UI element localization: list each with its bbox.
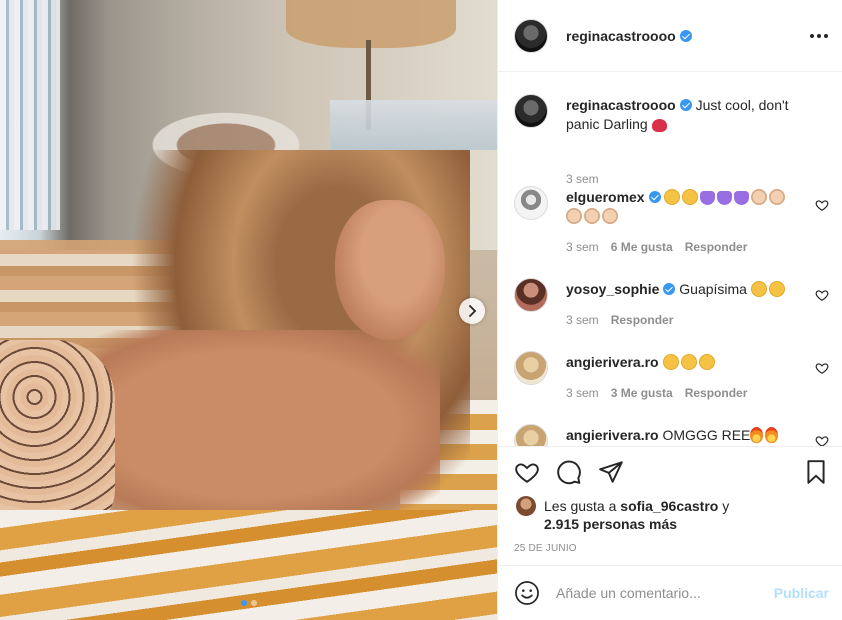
reply-button[interactable]: Responder — [685, 240, 748, 254]
carousel-dots — [0, 600, 497, 606]
clap-emoji-icon — [769, 189, 786, 205]
author-username[interactable]: reginacastroooo — [566, 28, 676, 44]
clap-emoji-icon — [584, 208, 600, 224]
save-bookmark-icon[interactable] — [803, 459, 829, 485]
heart-emoji-icon — [651, 119, 667, 132]
verified-badge-icon — [679, 99, 692, 111]
comment-meta: 3 sem 6 Me gusta Responder — [566, 240, 747, 254]
fire-emoji-icon — [765, 427, 779, 443]
more-dot-icon — [817, 34, 821, 38]
comment-avatar[interactable] — [514, 278, 548, 312]
comment-body: OMGGG REE — [662, 427, 751, 443]
comment-meta: 3 sem Responder — [566, 313, 673, 327]
comment-body: Guapísima — [679, 281, 747, 297]
more-options-button[interactable] — [809, 26, 829, 46]
comment-meta: 3 sem 3 Me gusta Responder — [566, 386, 747, 400]
post-header: reginacastroooo — [498, 0, 842, 72]
comment-avatar[interactable] — [514, 351, 548, 385]
photo-umbrella — [286, 0, 456, 48]
next-photo-button[interactable] — [459, 298, 485, 324]
like-comment-heart-icon[interactable] — [815, 198, 829, 212]
comment-input[interactable] — [556, 585, 766, 601]
caption-time: 3 sem — [566, 172, 599, 186]
clap-emoji-icon — [602, 208, 618, 224]
heart-eyes-emoji-icon — [662, 354, 679, 370]
like-comment-heart-icon[interactable] — [815, 361, 829, 375]
more-dot-icon — [810, 34, 814, 38]
post-side-panel: reginacastroooo reginacastroooo Just coo… — [497, 0, 842, 620]
author-avatar[interactable] — [514, 18, 548, 53]
author-username-wrap: reginacastroooo — [566, 28, 692, 44]
likes-joiner: y — [722, 498, 730, 514]
comment-username[interactable]: elgueromex — [566, 189, 645, 205]
fire-emoji-icon — [750, 427, 764, 443]
purple-heart-emoji-icon — [717, 191, 733, 205]
post-date[interactable]: 25 DE JUNIO — [514, 543, 577, 554]
photo-curtain — [0, 0, 60, 230]
photo-face — [335, 200, 445, 340]
likes-line: Les gusta a sofia_96castro y — [544, 498, 729, 514]
post-actions — [498, 446, 842, 496]
like-comment-heart-icon[interactable] — [815, 434, 829, 446]
comment-text: angierivera.ro — [566, 353, 796, 372]
comment-item: yosoy_sophie Guapísima 3 sem Responder — [514, 278, 829, 328]
comment-item: angierivera.ro 3 sem 3 Me gusta Responde… — [514, 351, 829, 401]
reply-button[interactable]: Responder — [685, 386, 748, 400]
heart-eyes-emoji-icon — [680, 354, 697, 370]
purple-heart-emoji-icon — [734, 191, 750, 205]
reply-button[interactable]: Responder — [611, 313, 674, 327]
comment-likes[interactable]: 3 Me gusta — [611, 386, 673, 400]
heart-eyes-emoji-icon — [750, 281, 767, 297]
comment-bubble-icon[interactable] — [556, 459, 582, 485]
emoji-smiley-icon[interactable] — [514, 580, 540, 606]
like-comment-heart-icon[interactable] — [815, 288, 829, 302]
caption-username[interactable]: reginacastroooo — [566, 97, 676, 113]
liker-avatar[interactable] — [516, 496, 536, 516]
comment-item: angierivera.ro OMGGG REE — [514, 424, 829, 446]
comments-list[interactable]: reginacastroooo Just cool, don't panic D… — [498, 72, 842, 446]
likes-others[interactable]: 2.915 personas más — [544, 516, 677, 532]
carousel-dot-active — [240, 600, 247, 606]
verified-badge-icon — [648, 191, 661, 203]
share-send-icon[interactable] — [598, 459, 624, 485]
caption: reginacastroooo Just cool, don't panic D… — [514, 94, 829, 186]
caption-avatar[interactable] — [514, 94, 548, 128]
liker-username[interactable]: sofia_96castro — [620, 498, 718, 514]
more-dot-icon — [824, 34, 828, 38]
comment-time: 3 sem — [566, 240, 599, 254]
comment-avatar[interactable] — [514, 186, 548, 220]
clap-emoji-icon — [566, 208, 582, 224]
comment-text: elgueromex — [566, 188, 796, 226]
comment-time: 3 sem — [566, 313, 599, 327]
heart-eyes-emoji-icon — [682, 189, 699, 205]
comment-avatar[interactable] — [514, 424, 548, 446]
verified-badge-icon — [663, 283, 676, 295]
comment-username[interactable]: angierivera.ro — [566, 354, 659, 370]
caption-meta: 3 sem — [566, 172, 599, 186]
likes-prefix: Les gusta a — [544, 498, 617, 514]
photo-swimsuit — [0, 340, 115, 530]
heart-eyes-emoji-icon — [664, 189, 681, 205]
post-photo[interactable] — [0, 0, 497, 620]
add-comment-bar: Publicar — [498, 565, 842, 620]
likes-summary: Les gusta a sofia_96castro y 2.915 perso… — [514, 496, 834, 536]
photo-pool — [330, 100, 497, 150]
comment-text: yosoy_sophie Guapísima — [566, 280, 796, 299]
comment-username[interactable]: angierivera.ro — [566, 427, 659, 443]
purple-heart-emoji-icon — [700, 191, 716, 205]
comment-item: elgueromex 3 sem 6 Me gusta Responder — [514, 186, 829, 256]
comment-username[interactable]: yosoy_sophie — [566, 281, 659, 297]
carousel-dot — [250, 600, 257, 606]
heart-eyes-emoji-icon — [698, 354, 715, 370]
clap-emoji-icon — [751, 189, 768, 205]
comment-text: angierivera.ro OMGGG REE — [566, 426, 796, 445]
caption-text: reginacastroooo Just cool, don't panic D… — [566, 96, 796, 134]
publish-button[interactable]: Publicar — [774, 585, 829, 601]
comment-time: 3 sem — [566, 386, 599, 400]
heart-eyes-emoji-icon — [768, 281, 785, 297]
like-heart-icon[interactable] — [514, 459, 540, 485]
chevron-right-icon — [469, 305, 477, 317]
verified-badge-icon — [679, 29, 692, 42]
comment-likes[interactable]: 6 Me gusta — [611, 240, 673, 254]
